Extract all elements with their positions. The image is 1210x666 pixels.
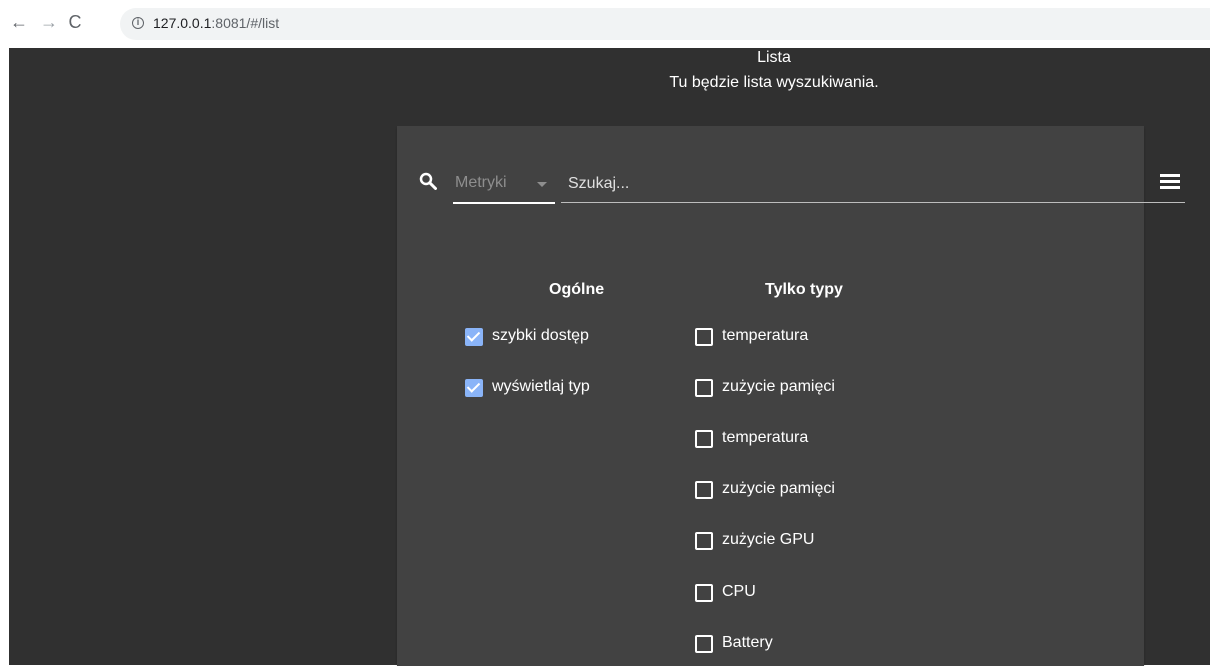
url-host: 127.0.0.1 xyxy=(153,15,212,31)
browser-toolbar: ← → C i 127.0.0.1:8081/#/list xyxy=(0,0,1210,48)
checkbox-label: zużycie pamięci xyxy=(722,378,835,395)
menu-icon-bar xyxy=(1160,174,1180,177)
url-path: :8081/#/list xyxy=(211,15,280,31)
checkbox-unchecked-icon[interactable] xyxy=(695,532,713,550)
address-bar[interactable] xyxy=(120,8,1210,40)
checkbox-label: Battery xyxy=(722,634,773,651)
page-subtitle: Tu będzie lista wyszukiwania. xyxy=(669,74,879,91)
checkbox-label: temperatura xyxy=(722,327,809,344)
left-gutter xyxy=(0,48,9,665)
menu-icon-bar xyxy=(1160,186,1180,189)
checkbox-unchecked-icon[interactable] xyxy=(695,635,713,653)
checkbox-checked-icon[interactable] xyxy=(465,328,483,346)
url-text[interactable]: 127.0.0.1:8081/#/list xyxy=(153,15,279,31)
checkbox-unchecked-icon[interactable] xyxy=(695,430,713,448)
general-column-heading: Ogólne xyxy=(549,281,605,298)
checkbox-unchecked-icon[interactable] xyxy=(695,584,713,602)
forward-arrow-icon[interactable]: → xyxy=(40,13,58,31)
search-icon xyxy=(419,172,437,190)
checkbox-label: zużycie pamięci xyxy=(722,480,835,497)
chevron-down-icon xyxy=(537,182,547,187)
info-icon[interactable]: i xyxy=(132,17,144,29)
checkbox-label: CPU xyxy=(722,583,756,600)
page-title: Lista xyxy=(757,49,791,66)
checkbox-label: wyświetlaj typ xyxy=(492,378,590,395)
app-root: Lista Tu będzie lista wyszukiwania. Metr… xyxy=(0,48,1210,666)
checkbox-unchecked-icon[interactable] xyxy=(695,379,713,397)
menu-icon-bar xyxy=(1160,180,1180,183)
back-arrow-icon[interactable]: ← xyxy=(10,13,28,31)
checkbox-unchecked-icon[interactable] xyxy=(695,328,713,346)
search-input[interactable] xyxy=(561,166,1185,203)
reload-icon[interactable]: C xyxy=(66,13,84,31)
main-content: Lista Tu będzie lista wyszukiwania. Metr… xyxy=(9,48,1210,666)
search-card: Metryki Ogólne szybki dostęp wyświetlaj … xyxy=(397,126,1185,666)
checkbox-label: zużycie GPU xyxy=(722,531,815,548)
checkbox-label: temperatura xyxy=(722,429,809,446)
checkbox-unchecked-icon[interactable] xyxy=(695,481,713,499)
checkbox-checked-icon[interactable] xyxy=(465,379,483,397)
types-column-heading: Tylko typy xyxy=(765,281,843,298)
menu-icon[interactable] xyxy=(1160,174,1182,190)
checkbox-label: szybki dostęp xyxy=(492,327,589,344)
metric-type-select-value: Metryki xyxy=(455,174,507,191)
metric-type-select[interactable]: Metryki xyxy=(453,166,555,204)
